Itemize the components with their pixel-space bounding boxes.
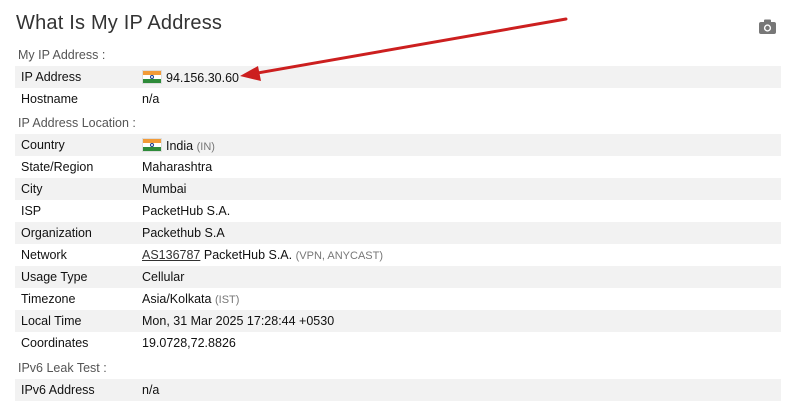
organization-label: Organization (21, 226, 92, 240)
local-time-value: Mon, 31 Mar 2025 17:28:44 +0530 (142, 314, 335, 328)
ipv6-address-value: n/a (142, 383, 160, 397)
city-value: Mumbai (142, 182, 187, 196)
hostname-label: Hostname (21, 92, 78, 106)
coordinates-value: 19.0728,72.8826 (142, 336, 236, 350)
country-code: (IN) (196, 141, 215, 153)
usage-type-value: Cellular (142, 270, 185, 284)
asn-link[interactable]: AS136787 (142, 248, 200, 262)
row-timezone: Timezone Asia/Kolkata (IST) (15, 288, 781, 310)
local-time-label: Local Time (21, 314, 82, 328)
row-organization: Organization Packethub S.A (15, 222, 781, 244)
row-network: Network AS136787 PacketHub S.A. (VPN, AN… (15, 244, 781, 266)
section-my-ip: My IP Address : (18, 48, 106, 62)
page-title: What Is My IP Address (16, 12, 223, 34)
india-flag-icon (142, 70, 162, 84)
organization-value: Packethub S.A (142, 226, 225, 240)
network-tag: (VPN, ANYCAST) (295, 250, 384, 262)
camera-icon[interactable] (758, 18, 777, 35)
state-label: State/Region (21, 160, 94, 174)
isp-value: PacketHub S.A. (142, 204, 231, 218)
row-local-time: Local Time Mon, 31 Mar 2025 17:28:44 +05… (15, 310, 781, 332)
network-name: PacketHub S.A. (203, 248, 293, 262)
ip-address-label: IP Address (21, 70, 82, 84)
row-coordinates: Coordinates 19.0728,72.8826 (15, 332, 781, 354)
ip-address-value: 94.156.30.60 (166, 71, 239, 85)
row-state: State/Region Maharashtra (15, 156, 781, 178)
timezone-value: Asia/Kolkata (142, 292, 212, 306)
row-country: Country India (IN) (15, 134, 781, 156)
coordinates-label: Coordinates (21, 336, 89, 350)
section-ipv6: IPv6 Leak Test : (18, 361, 107, 375)
timezone-abbr: (IST) (214, 294, 240, 306)
row-city: City Mumbai (15, 178, 781, 200)
country-value: India (166, 139, 194, 153)
row-ip-address: IP Address 94.156.30.60 (15, 66, 781, 88)
country-label: Country (21, 138, 65, 152)
india-flag-icon (142, 138, 162, 152)
city-label: City (21, 182, 43, 196)
row-hostname: Hostname n/a (15, 88, 781, 110)
hostname-value: n/a (142, 92, 160, 106)
row-isp: ISP PacketHub S.A. (15, 200, 781, 222)
ipv6-address-label: IPv6 Address (21, 383, 95, 397)
row-usage-type: Usage Type Cellular (15, 266, 781, 288)
timezone-label: Timezone (21, 292, 76, 306)
network-label: Network (21, 248, 67, 262)
usage-type-label: Usage Type (21, 270, 88, 284)
isp-label: ISP (21, 204, 42, 218)
section-location: IP Address Location : (18, 116, 136, 130)
state-value: Maharashtra (142, 160, 213, 174)
row-ipv6-address: IPv6 Address n/a (15, 379, 781, 401)
